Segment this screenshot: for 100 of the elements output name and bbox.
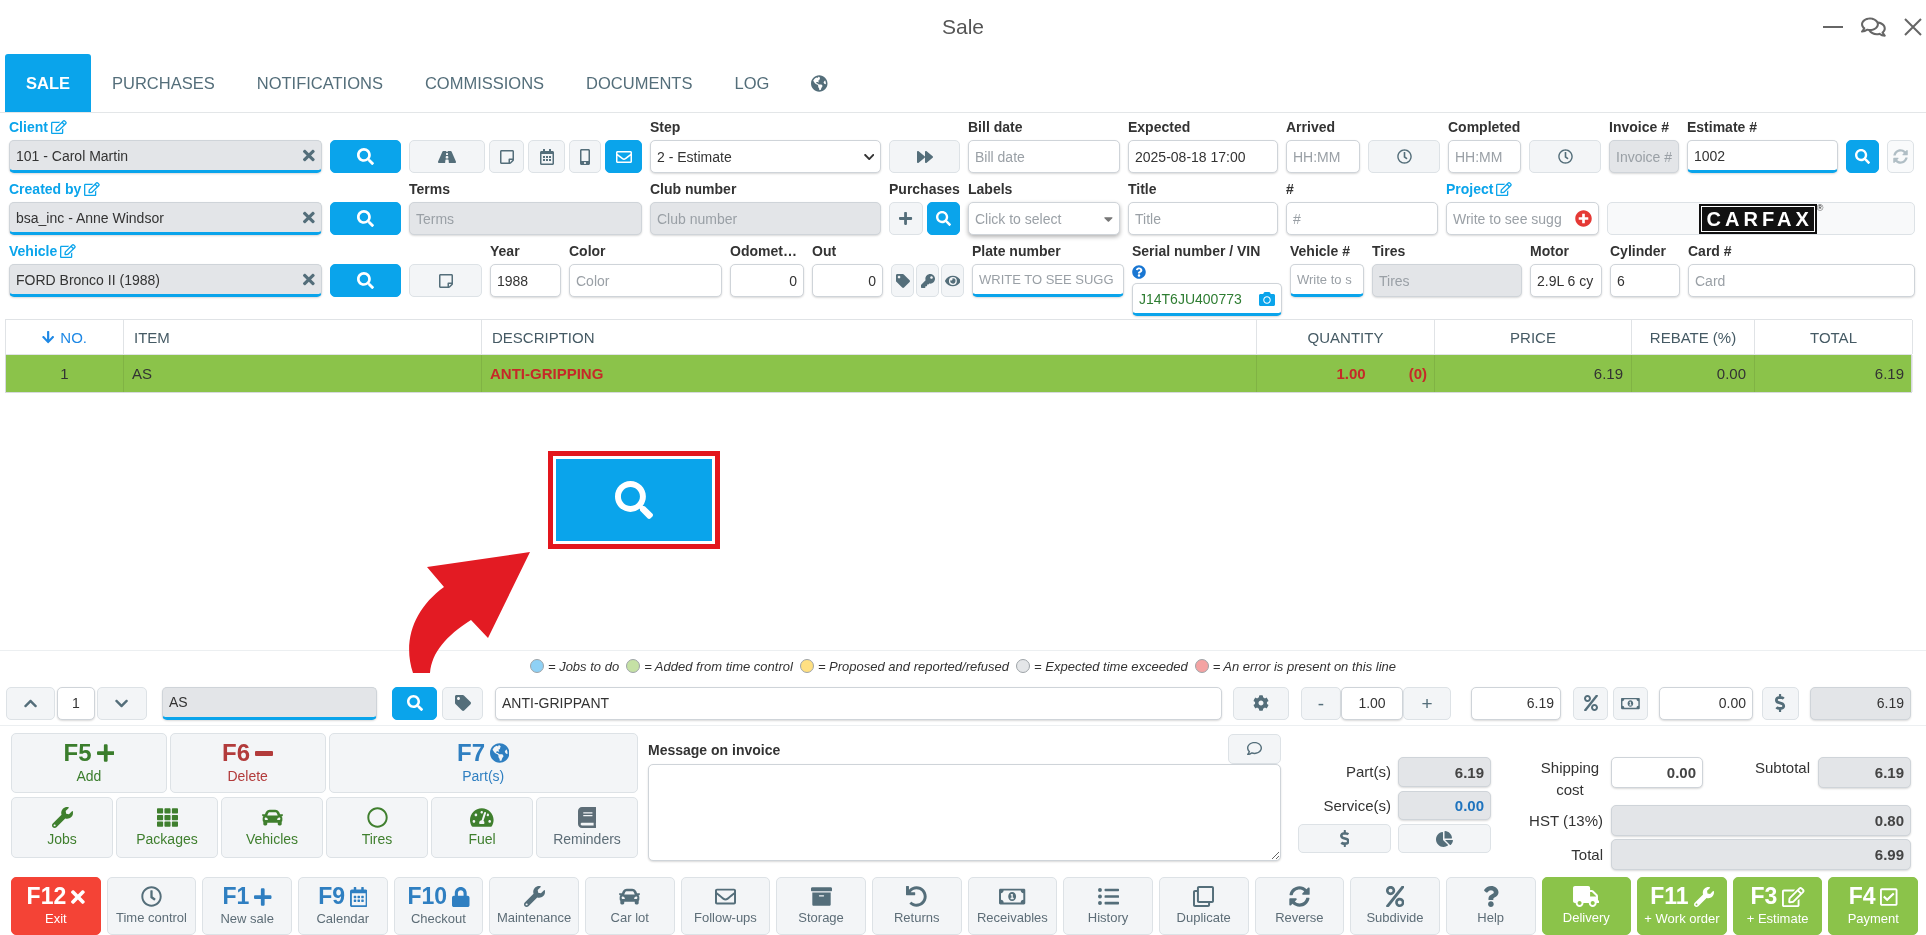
text-message-button[interactable] <box>569 140 601 173</box>
out-field[interactable]: 0 <box>812 264 883 297</box>
duplicate-button[interactable]: Duplicate <box>1158 877 1249 935</box>
edit-icon[interactable] <box>1496 182 1513 196</box>
title-field[interactable]: Title <box>1128 202 1278 235</box>
help-icon[interactable] <box>1132 265 1146 279</box>
project-field[interactable]: Write to see sugg <box>1446 202 1599 235</box>
minimize-icon[interactable] <box>1823 26 1844 28</box>
checkout-button[interactable]: F10 Checkout <box>393 877 484 935</box>
clear-icon[interactable] <box>303 147 315 164</box>
camera-icon[interactable] <box>1259 290 1275 307</box>
rebate-field[interactable]: 0.00 <box>1659 686 1753 720</box>
bill-date-field[interactable]: Bill date <box>968 140 1120 173</box>
completed-time-field[interactable]: HH:MM <box>1448 140 1521 173</box>
view-button[interactable] <box>941 264 964 297</box>
forward-button[interactable] <box>889 140 960 173</box>
labels-select[interactable]: Click to select <box>968 202 1120 235</box>
note-button[interactable] <box>489 140 524 173</box>
year-field[interactable]: 1988 <box>490 264 561 297</box>
tab[interactable]: SALE <box>5 54 91 112</box>
edit-icon[interactable] <box>50 120 67 134</box>
category-button[interactable]: Packages <box>116 797 218 858</box>
tab[interactable]: PURCHASES <box>91 54 236 112</box>
calendar-button[interactable]: F9 Calendar <box>297 877 388 935</box>
tag-button[interactable] <box>891 264 914 297</box>
tag-button[interactable] <box>442 686 483 720</box>
field-label[interactable]: Project <box>1446 179 1494 199</box>
search-button[interactable] <box>330 264 401 297</box>
next-line-button[interactable] <box>97 686 147 720</box>
reverse-button[interactable]: Reverse <box>1254 877 1345 935</box>
edit-icon[interactable] <box>84 182 101 196</box>
storage-button[interactable]: Storage <box>776 877 866 935</box>
field-label[interactable]: Vehicle <box>9 241 58 261</box>
currency-button[interactable] <box>1298 824 1391 853</box>
search-button[interactable] <box>330 202 401 235</box>
category-button[interactable]: Jobs <box>11 797 113 858</box>
email-button[interactable] <box>605 140 642 173</box>
maintenance-button[interactable]: Maintenance <box>489 877 579 935</box>
description-field[interactable]: ANTI-GRIPPANT <box>495 686 1222 720</box>
color-field[interactable]: Color <box>569 264 722 297</box>
subtotal-field[interactable]: 6.19 <box>1818 757 1911 788</box>
tax-field[interactable]: 0.80 <box>1611 805 1911 836</box>
increase-button[interactable]: + <box>1403 686 1451 720</box>
line-number-field[interactable]: 1 <box>57 686 95 720</box>
percent-button[interactable] <box>1573 686 1608 720</box>
motor-field[interactable]: 2.9L 6 cy <box>1530 264 1602 297</box>
directions-button[interactable] <box>409 140 485 173</box>
card-number-field[interactable]: Card <box>1688 264 1915 297</box>
services-total-field[interactable]: 0.00 <box>1398 791 1491 820</box>
follow-ups-button[interactable]: Follow-ups <box>680 877 771 935</box>
price-field[interactable]: 6.19 <box>1471 686 1561 720</box>
tab[interactable]: LOG <box>713 54 791 112</box>
odometer-field[interactable]: 0 <box>730 264 804 297</box>
search-button[interactable] <box>392 686 437 720</box>
delete-button[interactable]: F6 Delete <box>169 733 326 793</box>
search-button[interactable] <box>330 140 401 173</box>
clear-icon[interactable] <box>303 271 315 288</box>
add-button[interactable]: F5 Add <box>11 733 167 793</box>
carfax-panel[interactable]: CARFAX ® <box>1607 202 1915 235</box>
comment-button[interactable] <box>1228 733 1281 764</box>
field-label[interactable]: Client <box>9 117 48 137</box>
vehicle-number-field[interactable]: Write to s <box>1290 264 1364 297</box>
shipping-cost-field[interactable]: 0.00 <box>1611 757 1703 788</box>
grand-total-field[interactable]: 6.99 <box>1611 839 1911 870</box>
note-button[interactable] <box>409 264 482 297</box>
tab[interactable]: COMMISSIONS <box>403 54 566 112</box>
parts-total-field[interactable]: 6.19 <box>1398 757 1491 787</box>
new-sale-button[interactable]: F1 New sale <box>202 877 292 935</box>
clock-button[interactable] <box>1368 140 1440 173</box>
returns-button[interactable]: Returns <box>871 877 962 935</box>
amount-button[interactable] <box>1613 686 1648 720</box>
number-field[interactable]: # <box>1286 202 1438 235</box>
tab[interactable]: NOTIFICATIONS <box>235 54 404 112</box>
expected-date-field[interactable]: 2025-08-18 17:00 <box>1128 140 1278 173</box>
clear-icon[interactable] <box>303 209 315 226</box>
parts-button[interactable]: F7 Part(s) <box>328 733 638 793</box>
calendar-button[interactable] <box>528 140 565 173</box>
category-button[interactable]: Fuel <box>431 797 533 858</box>
message-field[interactable] <box>648 764 1281 861</box>
quantity-field[interactable]: 1.00 <box>1341 686 1403 720</box>
clock-button[interactable] <box>1529 140 1601 173</box>
estimate-number-field[interactable]: 1002 <box>1687 140 1838 173</box>
chat-icon[interactable] <box>1861 16 1886 38</box>
add-purchase-button[interactable] <box>889 202 923 235</box>
time-control-button[interactable]: Time control <box>106 877 197 935</box>
help-button[interactable]: Help <box>1445 877 1536 935</box>
settings-button[interactable] <box>1233 686 1289 720</box>
created-by-field[interactable]: bsa_inc - Anne Windsor <box>9 202 322 235</box>
field-label[interactable]: Created by <box>9 179 82 199</box>
currency-button[interactable] <box>1762 686 1799 720</box>
line-total-field[interactable]: 6.19 <box>1810 686 1911 720</box>
vin-field[interactable]: J14T6JU400773 <box>1132 283 1282 316</box>
history-button[interactable]: History <box>1063 877 1153 935</box>
subdivide-button[interactable]: Subdivide <box>1350 877 1440 935</box>
category-button[interactable]: Vehicles <box>221 797 323 858</box>
cylinder-field[interactable]: 6 <box>1610 264 1680 297</box>
client-field[interactable]: 101 - Carol Martin <box>9 140 322 173</box>
item-code-field[interactable]: AS <box>162 686 377 720</box>
category-button[interactable]: Tires <box>326 797 428 858</box>
vehicle-field[interactable]: FORD Bronco II (1988) <box>9 264 322 297</box>
